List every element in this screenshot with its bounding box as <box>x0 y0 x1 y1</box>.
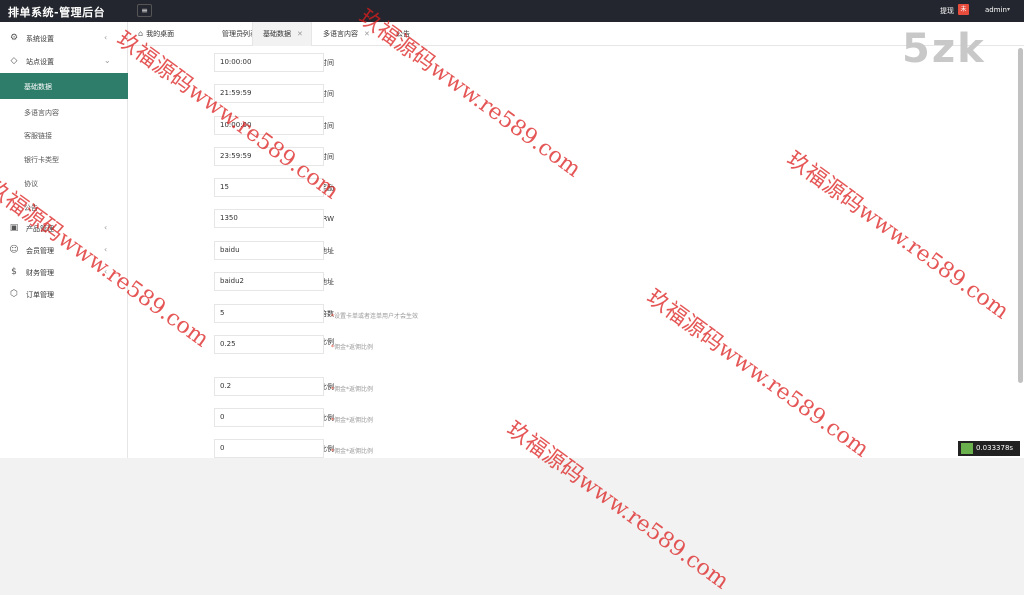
page-scrollbar[interactable] <box>1018 48 1023 383</box>
cube-icon: ▣ <box>9 223 19 233</box>
close-time-input[interactable]: 21:59:59 <box>214 84 324 103</box>
usdt-krw-input[interactable]: 1350 <box>214 209 324 228</box>
tab-label: 我的桌面 <box>146 30 175 38</box>
user-icon: ☺ <box>9 245 19 255</box>
android-url-input[interactable]: baidu2 <box>214 272 324 291</box>
sidebar-item-finance[interactable]: $ 财务管理 ‹ <box>0 262 128 284</box>
sidebar-item-label: 基础数据 <box>24 83 52 91</box>
chevron-left-icon: ‹ <box>104 245 108 254</box>
home-icon: ⌂ <box>138 29 144 38</box>
form-row-level2-rebate: *二级返佣比例 0 *佣金*返佣比例 <box>128 407 1024 437</box>
timer-value: 0.033378s <box>976 444 1014 452</box>
sidebar-subitem-notice[interactable]: 公告 <box>0 194 128 220</box>
sidebar-item-members[interactable]: ☺ 会员管理 ‹ <box>0 240 128 262</box>
close-icon[interactable]: ✕ <box>297 30 303 38</box>
sidebar-item-label: 银行卡类型 <box>24 156 59 164</box>
tag-icon: ◇ <box>10 56 18 66</box>
user-menu[interactable]: admin <box>985 6 1007 14</box>
tab-my-desktop[interactable]: ⌂ 我的桌面 <box>138 22 216 46</box>
app-title: 排单系统-管理后台 <box>8 6 106 19</box>
form-row-rebate-multiplier: *返佣倍数 5 *设置卡单或者连单用户才会生效 <box>128 303 1024 333</box>
field-hint: *佣金*返佣比例 <box>331 386 374 393</box>
tab-label: 多语言内容 <box>323 30 358 38</box>
sidebar-item-label: 财务管理 <box>26 269 54 277</box>
sidebar-item-label: 产品管理 <box>26 225 54 233</box>
form-row-usdt-krw: *USDT~? KRW 1350 <box>128 208 1024 238</box>
open-time-input[interactable]: 10:00:00 <box>214 53 324 72</box>
top-bar: 排单系统-管理后台 ≡ 提现 未 admin ▾ <box>0 0 1024 22</box>
ios-url-input[interactable]: baidu <box>214 241 324 260</box>
close-icon[interactable]: ✕ <box>364 30 370 38</box>
brand-watermark: 5zk <box>902 26 986 72</box>
field-hint: *佣金*返佣比例 <box>331 344 374 351</box>
form-row-register-bonus: *注册奖励 15 <box>128 177 1024 207</box>
level2-rebate-input[interactable]: 0 <box>214 408 324 427</box>
form-row-level1-rebate: *一级返佣比例 0.2 *佣金*返佣比例 <box>128 376 1024 406</box>
form-row-agent-rebate: *代理返佣比例 0.25 *佣金*返佣比例 <box>128 334 1024 364</box>
form-row-withdraw-end: *提现-结束时间 23:59:59 <box>128 146 1024 176</box>
sidebar-subitem-basic-data[interactable]: 基础数据 <box>0 73 128 99</box>
sidebar-item-label: 系统设置 <box>26 35 54 43</box>
chevron-left-icon: ‹ <box>104 33 108 42</box>
field-hint: *佣金*返佣比例 <box>331 448 374 455</box>
sidebar-subitem-service-link[interactable]: 客服链接 <box>0 122 128 148</box>
sidebar-item-orders[interactable]: ⬡ 订单管理 <box>0 284 128 306</box>
sidebar-item-label: 公告 <box>24 204 38 212</box>
close-icon[interactable]: ✕ <box>240 30 246 38</box>
form-row-withdraw-start: *提现-开始时间 10:00:00 <box>128 115 1024 145</box>
sidebar-item-label: 订单管理 <box>26 291 54 299</box>
field-hint: *设置卡单或者连单用户才会生效 <box>331 313 419 320</box>
tab-label: 公告 <box>396 30 410 38</box>
field-hint: *佣金*返佣比例 <box>331 417 374 424</box>
basic-data-form: *开盘时间 10:00:00 *闭盘时间 21:59:59 *提现-开始时间 1… <box>128 46 1024 458</box>
tab-close-admin-list[interactable]: ✕ <box>234 22 250 46</box>
form-row-close-time: *闭盘时间 21:59:59 <box>128 83 1024 113</box>
form-row-ios-url: *ios下载地址 baidu <box>128 240 1024 270</box>
level1-rebate-input[interactable]: 0.2 <box>214 377 324 396</box>
register-bonus-input[interactable]: 15 <box>214 178 324 197</box>
chevron-down-icon[interactable]: ▾ <box>1007 6 1010 13</box>
withdraw-end-input[interactable]: 23:59:59 <box>214 147 324 166</box>
sidebar-item-label: 会员管理 <box>26 247 54 255</box>
rebate-multiplier-input[interactable]: 5 <box>214 304 324 323</box>
notify-badge: 未 <box>958 4 969 15</box>
chevron-left-icon: ‹ <box>104 223 108 232</box>
gear-icon: ⚙ <box>9 33 19 43</box>
tab-multilang[interactable]: 多语言内容 ✕ <box>323 22 393 46</box>
withdraw-start-input[interactable]: 10:00:00 <box>214 116 324 135</box>
form-row-open-time: *开盘时间 10:00:00 <box>128 52 1024 82</box>
sidebar-subitem-agreement[interactable]: 协议 <box>0 170 128 196</box>
speed-icon <box>961 443 973 454</box>
dollar-icon: $ <box>11 267 17 277</box>
sidebar-item-system-settings[interactable]: ⚙ 系统设置 ‹ <box>0 28 128 50</box>
agent-rebate-input[interactable]: 0.25 <box>214 335 324 354</box>
tab-label: 基础数据 <box>263 30 291 38</box>
withdraw-notify-link[interactable]: 提现 <box>940 6 954 16</box>
tab-basic-data[interactable]: 基础数据 ✕ <box>252 22 312 46</box>
sidebar-item-label: 客服链接 <box>24 132 52 140</box>
form-row-android-url: *android下载地址 baidu2 <box>128 271 1024 301</box>
sidebar-item-label: 站点设置 <box>26 58 54 66</box>
sidebar-subitem-bank-card-type[interactable]: 银行卡类型 <box>0 146 128 172</box>
sidebar-item-site-settings[interactable]: ◇ 站点设置 ⌄ <box>0 51 128 73</box>
sidebar-item-label: 多语言内容 <box>24 109 59 117</box>
form-row-level3-rebate: *三级返佣比例 0 *佣金*返佣比例 <box>128 438 1024 468</box>
tab-notice[interactable]: 公告 <box>396 22 426 46</box>
sidebar-item-label: 协议 <box>24 180 38 188</box>
chevron-left-icon: ‹ <box>104 267 108 276</box>
tab-bar: ⌂ 我的桌面 管理员列表 ✕ 基础数据 ✕ 多语言内容 ✕ 公告 <box>128 22 1024 46</box>
box-icon: ⬡ <box>10 289 18 299</box>
sidebar-item-products[interactable]: ▣ 产品管理 ‹ <box>0 218 128 240</box>
menu-toggle-icon[interactable]: ≡ <box>137 4 152 17</box>
level3-rebate-input[interactable]: 0 <box>214 439 324 458</box>
render-timer: 0.033378s <box>958 441 1020 456</box>
sidebar: ⚙ 系统设置 ‹ ◇ 站点设置 ⌄ 基础数据 多语言内容 客服链接 银行卡类型 … <box>0 22 128 458</box>
chevron-down-icon: ⌄ <box>104 56 111 65</box>
